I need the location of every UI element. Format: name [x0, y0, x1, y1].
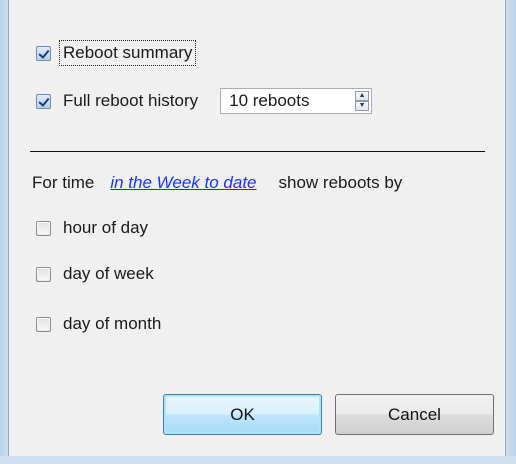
reboot-count-value: 10 reboots [229, 91, 310, 110]
full-history-checkbox[interactable] [36, 93, 51, 109]
spinner-arrows: ▲ ▼ [355, 91, 370, 111]
day-of-week-option[interactable]: day of week [36, 259, 154, 289]
time-range-link[interactable]: in the Week to date [110, 173, 256, 193]
day-of-month-label: day of month [63, 314, 162, 333]
ok-button[interactable]: OK [163, 394, 322, 435]
day-of-week-checkbox[interactable] [36, 266, 51, 282]
full-history-label: Full reboot history [63, 91, 199, 110]
hour-of-day-checkbox[interactable] [36, 220, 51, 236]
section-divider [30, 151, 485, 152]
spinner-down-icon[interactable]: ▼ [355, 101, 370, 111]
hour-of-day-label: hour of day [63, 218, 149, 237]
window-frame-right [506, 0, 516, 464]
time-filter-suffix: show reboots by [278, 173, 403, 192]
time-filter-prefix: For time [32, 173, 95, 192]
window-frame-left [0, 0, 8, 464]
day-of-month-option[interactable]: day of month [36, 309, 161, 339]
hour-of-day-option[interactable]: hour of day [36, 213, 148, 243]
reboot-summary-option[interactable]: Reboot summary [36, 38, 197, 68]
reboot-count-spinner[interactable]: 10 reboots ▲ ▼ [220, 88, 373, 114]
reboot-summary-checkbox[interactable] [36, 45, 51, 61]
reboot-summary-label: Reboot summary [59, 40, 197, 66]
cancel-button[interactable]: Cancel [335, 394, 494, 435]
full-history-option[interactable]: Full reboot history 10 reboots ▲ ▼ [36, 86, 373, 116]
time-filter-row: For time in the Week to date show reboot… [32, 168, 402, 198]
spinner-up-icon[interactable]: ▲ [355, 91, 370, 101]
day-of-week-label: day of week [63, 264, 154, 283]
day-of-month-checkbox[interactable] [36, 316, 51, 332]
window-frame-bottom [0, 456, 516, 464]
